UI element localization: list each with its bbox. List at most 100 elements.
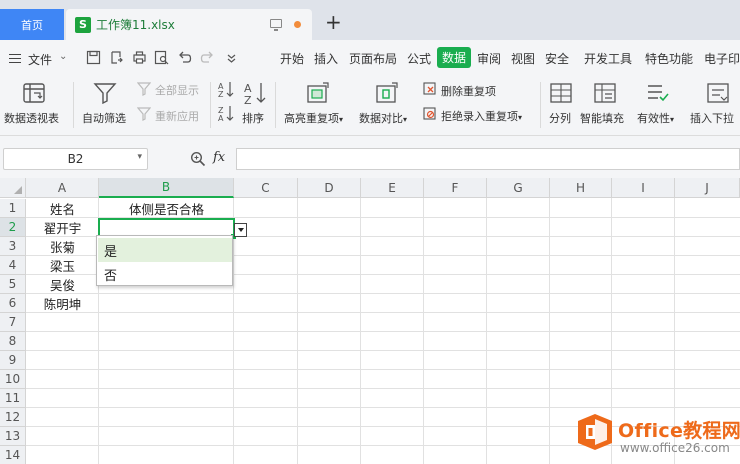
tab-workbook[interactable]: S 工作簿11.xlsx [66, 9, 312, 40]
monitor-icon[interactable] [270, 19, 282, 31]
column-header-h[interactable]: H [550, 178, 612, 198]
column-header-c[interactable]: C [234, 178, 298, 198]
auto-filter-button[interactable]: 自动筛选 [82, 110, 126, 126]
split-columns-icon[interactable] [549, 82, 573, 104]
cell-b1[interactable]: 体侧是否合格 [99, 199, 234, 218]
ribbon: 数据透视表 自动筛选 全部显示 重新应用 AZ ZA AZ 排序 高亮重复项▾ … [0, 74, 740, 136]
column-header-g[interactable]: G [487, 178, 550, 198]
filter-icon[interactable] [93, 82, 117, 104]
undo-icon[interactable] [177, 50, 192, 65]
menu-view[interactable]: 视图 [511, 50, 535, 67]
column-header-e[interactable]: E [361, 178, 424, 198]
reject-duplicates-button[interactable]: 拒绝录入重复项▾ [441, 108, 522, 124]
split-button[interactable]: 分列 [549, 110, 571, 126]
row-header-5[interactable]: 5 [0, 275, 26, 294]
cell-a2[interactable]: 翟开宇 [26, 218, 99, 237]
sort-icon[interactable]: AZ [243, 81, 267, 105]
menu-formula[interactable]: 公式 [407, 50, 431, 67]
dropdown-option-no[interactable]: 否 [98, 262, 232, 286]
row-header-9[interactable]: 9 [0, 351, 26, 370]
row-header-11[interactable]: 11 [0, 389, 26, 408]
column-header-d[interactable]: D [298, 178, 361, 198]
row-header-6[interactable]: 6 [0, 294, 26, 313]
menu-e-seal[interactable]: 电子印 [704, 50, 740, 67]
sort-descending-icon[interactable]: ZA [218, 104, 234, 122]
row-header-4[interactable]: 4 [0, 256, 26, 275]
delete-duplicates-button[interactable]: 删除重复项 [441, 83, 496, 99]
column-header-a[interactable]: A [26, 178, 99, 198]
formula-input[interactable] [236, 148, 740, 170]
insert-dropdown-button[interactable]: 插入下拉 [690, 110, 734, 126]
column-header-b[interactable]: B [99, 178, 234, 198]
show-all-button[interactable]: 全部显示 [155, 82, 199, 98]
save-icon[interactable] [86, 50, 101, 65]
redo-icon[interactable] [200, 50, 215, 65]
export-icon[interactable] [109, 50, 124, 65]
data-compare-label: 数据对比 [359, 112, 403, 125]
tab-home-label: 首页 [21, 18, 43, 32]
row-header-13[interactable]: 13 [0, 427, 26, 446]
row-header-14[interactable]: 14 [0, 446, 26, 464]
data-compare-button[interactable]: 数据对比▾ [359, 110, 407, 126]
chevron-down-icon[interactable]: ▾ [137, 152, 142, 162]
validity-icon[interactable] [646, 82, 670, 104]
pivot-table-button[interactable]: 数据透视表 [4, 110, 59, 126]
highlight-duplicates-button[interactable]: 高亮重复项▾ [284, 110, 343, 126]
row-header-2[interactable]: 2 [0, 218, 26, 237]
cell-a4[interactable]: 梁玉 [26, 256, 99, 275]
menu-page-layout[interactable]: 页面布局 [349, 50, 397, 67]
chevron-down-icon[interactable]: ⌄ [59, 51, 67, 62]
row-header-10[interactable]: 10 [0, 370, 26, 389]
menu-developer[interactable]: 开发工具 [584, 50, 632, 67]
data-compare-icon[interactable] [375, 82, 399, 104]
zoom-icon[interactable] [190, 151, 206, 167]
menu-insert[interactable]: 插入 [314, 50, 338, 67]
tab-home[interactable]: 首页 [0, 9, 64, 40]
cell-a6[interactable]: 陈明坤 [26, 294, 99, 313]
menu-security[interactable]: 安全 [545, 50, 569, 67]
menu-special[interactable]: 特色功能 [645, 50, 693, 67]
fx-icon[interactable]: fx [213, 150, 225, 165]
cell-dropdown-button[interactable] [234, 223, 247, 237]
smart-fill-icon[interactable] [593, 82, 617, 104]
row-header-7[interactable]: 7 [0, 313, 26, 332]
validity-button[interactable]: 有效性▾ [637, 110, 674, 126]
file-menu[interactable]: 文件 [28, 51, 52, 68]
delete-duplicates-icon[interactable] [423, 82, 438, 96]
menu-review[interactable]: 审阅 [477, 50, 501, 67]
highlight-duplicates-icon[interactable] [306, 82, 330, 104]
pivot-table-icon[interactable] [22, 82, 46, 104]
spreadsheet-icon: S [75, 16, 91, 33]
sort-ascending-icon[interactable]: AZ [218, 80, 234, 98]
print-preview-icon[interactable] [154, 50, 169, 65]
row-header-3[interactable]: 3 [0, 237, 26, 256]
show-all-icon [137, 82, 151, 96]
grid-line [26, 331, 740, 332]
hamburger-icon[interactable] [9, 54, 21, 63]
column-header-i[interactable]: I [612, 178, 675, 198]
insert-dropdown-icon[interactable] [706, 82, 730, 104]
select-all-corner[interactable] [0, 178, 26, 198]
menu-data[interactable]: 数据 [437, 47, 472, 68]
cell-a1[interactable]: 姓名 [26, 199, 99, 218]
print-icon[interactable] [132, 50, 147, 65]
column-header-f[interactable]: F [424, 178, 487, 198]
reapply-button[interactable]: 重新应用 [155, 108, 199, 124]
cell-a5[interactable]: 吴俊 [26, 275, 99, 294]
customize-arrow-icon[interactable] [224, 50, 239, 65]
dropdown-option-yes[interactable]: 是 [98, 238, 232, 262]
name-box[interactable]: B2 ▾ [3, 148, 148, 170]
row-header-12[interactable]: 12 [0, 408, 26, 427]
ribbon-divider [73, 82, 74, 128]
smart-fill-button[interactable]: 智能填充 [580, 110, 624, 126]
sort-button[interactable]: 排序 [242, 110, 264, 126]
column-header-j[interactable]: J [675, 178, 740, 198]
new-tab-button[interactable]: + [325, 12, 342, 32]
cell-a3[interactable]: 张菊 [26, 237, 99, 256]
row-header-1[interactable]: 1 [0, 199, 26, 218]
menu-start[interactable]: 开始 [280, 50, 304, 67]
watermark-title: Office教程网 [618, 420, 740, 442]
reject-duplicates-icon[interactable] [423, 107, 438, 121]
row-header-8[interactable]: 8 [0, 332, 26, 351]
grid-line [26, 388, 740, 389]
